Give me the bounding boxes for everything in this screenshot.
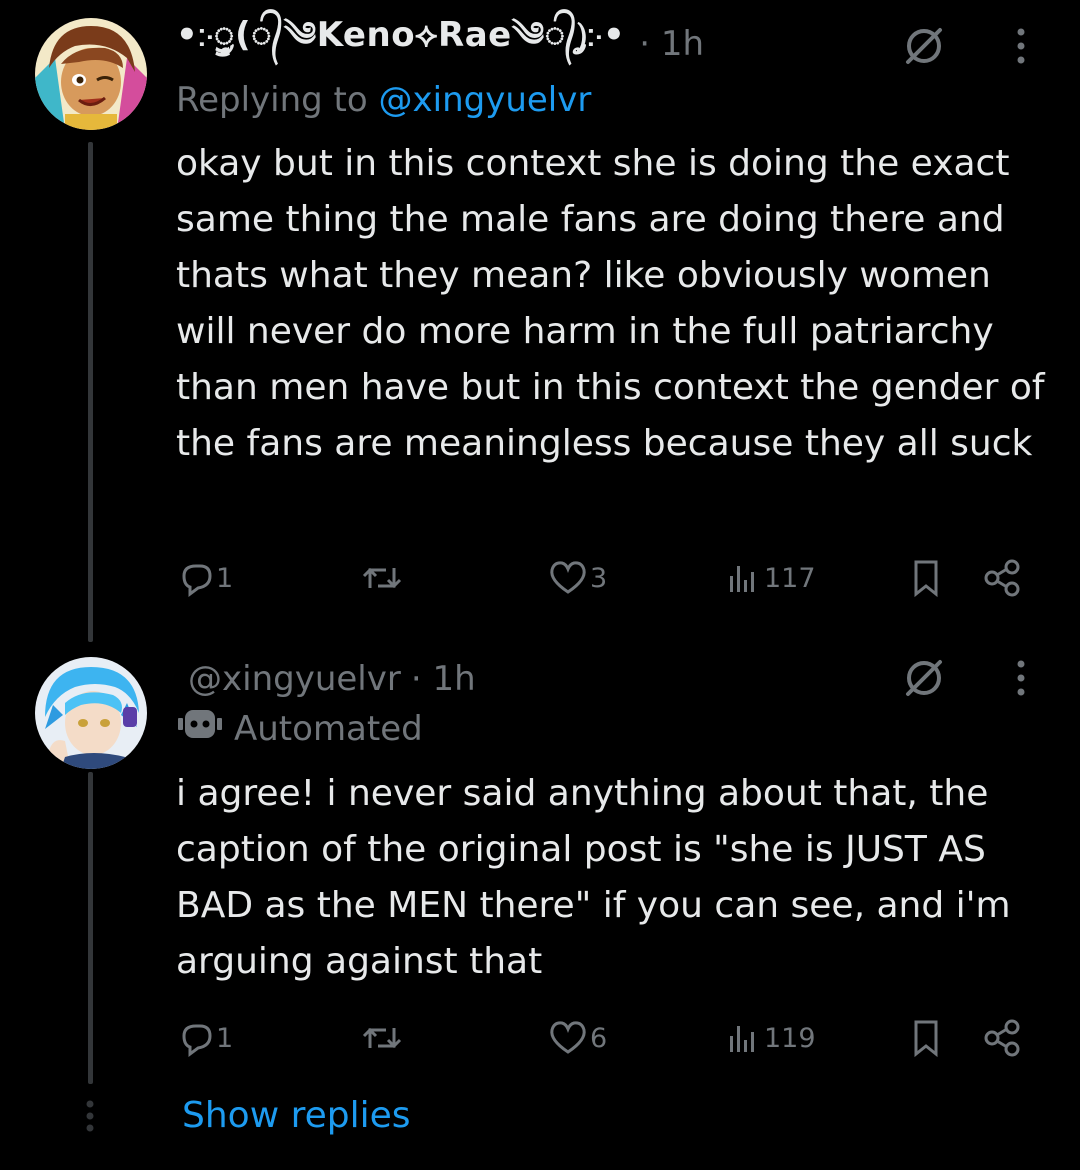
view-count: 117 [764,562,816,594]
thread-gap-dots [85,1100,95,1138]
views-icon [724,558,764,598]
avatar-xingyuelvr[interactable] [35,657,147,769]
like-icon [546,1018,590,1058]
reply-icon [176,558,216,598]
automated-badge: Automated [176,704,423,753]
replying-prefix: Replying to [176,80,368,120]
bookmark-button[interactable] [906,1018,946,1058]
views-icon [724,1018,764,1058]
tweet2-actions: 1 6 119 [176,1018,1056,1058]
retweet-button[interactable] [360,558,404,598]
share-icon [982,558,1024,598]
retweet-icon [360,558,404,598]
tweet1-actions: 1 3 117 [176,558,1056,598]
tweet1-text: okay but in this context she is doing th… [176,143,1045,464]
more-icon[interactable] [1014,658,1028,702]
like-count: 6 [590,1022,608,1054]
bookmark-icon [906,1018,946,1058]
share-button[interactable] [982,558,1024,598]
more-icon[interactable] [1014,26,1028,70]
grok-icon[interactable] [900,22,948,74]
retweet-icon [360,1018,404,1058]
like-count: 3 [590,562,608,594]
retweet-button[interactable] [360,1018,404,1058]
display-name[interactable]: •჻ॗᤢ(᭄༄Keno⟡Rae༄᭄)ᤢ჻• [176,0,625,92]
share-button[interactable] [982,1018,1024,1058]
like-button[interactable]: 6 [546,1018,607,1058]
bookmark-icon [906,558,946,598]
reply-count: 1 [216,1022,234,1054]
reply-button[interactable]: 1 [176,1018,233,1058]
reply-button[interactable]: 1 [176,558,233,598]
replying-to: Replying to @xingyuelvr [176,80,591,120]
thread-connector-1 [88,142,93,642]
show-replies-link[interactable]: Show replies [182,1095,411,1136]
like-icon [546,558,590,598]
bookmark-button[interactable] [906,558,946,598]
thread-connector-2 [88,772,93,1084]
views-button[interactable]: 117 [724,558,816,598]
timestamp[interactable]: · 1h [411,659,476,699]
tweet2-header: @xingyuelvr · 1h [188,655,476,703]
reply-count: 1 [216,562,234,594]
avatar-keno-rae[interactable] [35,18,147,130]
view-count: 119 [764,1022,816,1054]
tweet1-header: •჻ॗᤢ(᭄༄Keno⟡Rae༄᭄)ᤢ჻• · 1h [176,15,704,68]
timestamp[interactable]: · 1h [639,24,704,64]
automated-label: Automated [234,708,423,749]
replying-to-link[interactable]: @xingyuelvr [379,80,592,120]
like-button[interactable]: 3 [546,558,607,598]
robot-icon [176,704,224,753]
reply-icon [176,1018,216,1058]
handle[interactable]: @xingyuelvr [188,659,401,699]
share-icon [982,1018,1024,1058]
grok-icon[interactable] [900,654,948,706]
tweet2-text: i agree! i never said anything about tha… [176,773,1011,982]
views-button[interactable]: 119 [724,1018,816,1058]
